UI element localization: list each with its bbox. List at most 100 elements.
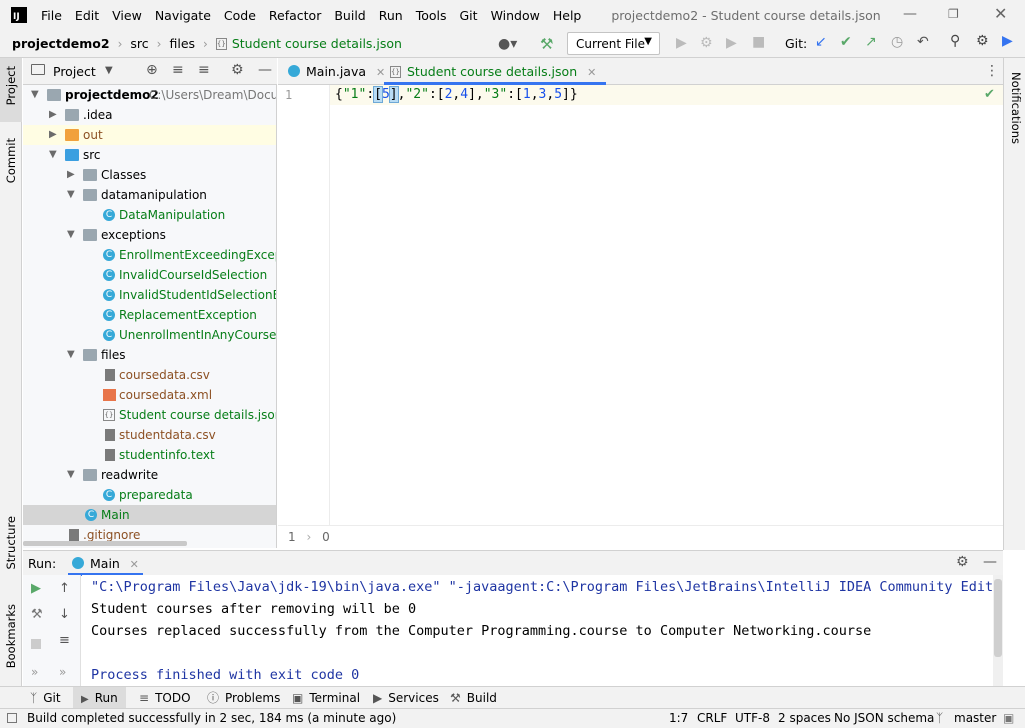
close-icon[interactable]: ✕ <box>130 558 139 571</box>
debug-icon[interactable]: ⚙ <box>700 35 713 51</box>
close-icon[interactable]: ✕ <box>994 4 1007 23</box>
tree-item[interactable]: ▼ readwrite <box>23 465 276 485</box>
console-output[interactable]: "C:\Program Files\Java\jdk-19\bin\java.e… <box>82 575 993 686</box>
hide-icon[interactable]: — <box>983 554 997 570</box>
hide-icon[interactable]: — <box>258 62 272 78</box>
tool-build[interactable]: ⚒ Build <box>450 687 497 709</box>
minimize-icon[interactable]: — <box>903 6 917 22</box>
git-push-icon[interactable]: ↗ <box>865 34 877 50</box>
plugin-icon[interactable]: ▶ <box>1002 33 1013 49</box>
tab-commit[interactable]: Commit <box>4 138 18 183</box>
chevron-down-icon[interactable]: ▼ <box>49 145 59 165</box>
chevron-right-icon[interactable]: ▶ <box>49 105 59 125</box>
menu-refactor[interactable]: Refactor <box>269 8 321 23</box>
tree-horizontal-scrollbar[interactable] <box>23 541 187 546</box>
breadcrumb-file[interactable]: Student course details.json <box>232 36 402 51</box>
tree-item[interactable]: coursedata.csv <box>23 365 276 385</box>
chevron-down-icon[interactable]: ▼ <box>67 465 77 485</box>
menu-code[interactable]: Code <box>224 8 256 23</box>
status-toggle-icon[interactable] <box>7 713 17 723</box>
menu-run[interactable]: Run <box>379 8 403 23</box>
tool-problems[interactable]: ⓘ Problems <box>207 687 280 709</box>
tool-todo[interactable]: ≡ TODO <box>139 687 191 709</box>
code-line[interactable]: {"1":[5],"2":[2,4],"3":[1,3,5]} <box>335 85 578 105</box>
more-icon[interactable]: ⋮ <box>985 63 999 79</box>
wrench-icon[interactable]: ⚒ <box>31 607 43 622</box>
tree-item[interactable]: coursedata.xml <box>23 385 276 405</box>
soft-wrap-icon[interactable]: ≡ <box>59 633 70 648</box>
breadcrumb-project[interactable]: projectdemo2 <box>12 36 110 51</box>
tab-bookmarks[interactable]: Bookmarks <box>4 604 18 668</box>
tab-structure[interactable]: Structure <box>4 516 18 570</box>
tree-item[interactable]: ▼ files <box>23 345 276 365</box>
check-icon[interactable]: ✔ <box>984 87 995 102</box>
more-icon[interactable]: » <box>59 665 66 679</box>
more-icon[interactable]: » <box>31 665 38 679</box>
menu-edit[interactable]: Edit <box>75 8 99 23</box>
tree-item[interactable]: C InvalidCourseIdSelection <box>23 265 276 285</box>
menu-git[interactable]: Git <box>460 8 478 23</box>
tree-item[interactable]: ▶ .idea <box>23 105 276 125</box>
breadcrumb-item[interactable]: 0 <box>322 530 330 544</box>
project-panel-title[interactable]: Project <box>53 64 96 79</box>
chevron-down-icon[interactable]: ▼ <box>31 85 41 105</box>
stop-icon[interactable] <box>31 639 41 649</box>
tree-item[interactable]: C Main <box>23 505 276 525</box>
menu-build[interactable]: Build <box>334 8 365 23</box>
rollback-icon[interactable]: ↶ <box>917 34 929 50</box>
stop-icon[interactable]: ■ <box>752 34 765 50</box>
tree-item[interactable]: C DataManipulation <box>23 205 276 225</box>
tree-item[interactable]: C InvalidStudentIdSelectionExce <box>23 285 276 305</box>
menu-view[interactable]: View <box>112 8 142 23</box>
user-icon[interactable]: ●▾ <box>498 36 517 52</box>
collapse-all-icon[interactable]: ≡ <box>198 62 210 78</box>
tree-item[interactable]: studentdata.csv <box>23 425 276 445</box>
tree-item[interactable]: C ReplacementException <box>23 305 276 325</box>
menu-window[interactable]: Window <box>491 8 540 23</box>
run-tab-main[interactable]: Main ✕ <box>68 551 143 576</box>
close-icon[interactable]: ✕ <box>587 66 596 79</box>
gear-icon[interactable]: ⚙ <box>231 62 244 78</box>
chevron-right-icon[interactable]: ▶ <box>67 165 77 185</box>
git-branch[interactable]: master <box>954 709 996 728</box>
tree-item[interactable]: ▶ out <box>23 125 276 145</box>
scroll-down-icon[interactable]: ↓ <box>59 607 70 622</box>
history-icon[interactable]: ◷ <box>891 34 903 50</box>
code-editor[interactable]: 1 {"1":[5],"2":[2,4],"3":[1,3,5]} ✔ <box>278 85 1003 525</box>
coverage-icon[interactable]: ▶ <box>726 35 737 51</box>
chevron-down-icon[interactable]: ▼ <box>67 225 77 245</box>
tool-git[interactable]: ᛉ Git <box>30 687 61 709</box>
chevron-down-icon[interactable]: ▼ <box>67 185 77 205</box>
build-hammer-icon[interactable]: ⚒ <box>540 35 553 53</box>
status-message[interactable]: Build completed successfully in 2 sec, 1… <box>27 709 396 728</box>
file-encoding[interactable]: UTF-8 <box>735 709 770 728</box>
breadcrumb-src[interactable]: src <box>130 36 148 51</box>
tree-item[interactable]: C UnenrollmentInAnyCourseExc <box>23 325 276 345</box>
locate-icon[interactable]: ⊕ <box>146 62 158 78</box>
menu-navigate[interactable]: Navigate <box>155 8 211 23</box>
chevron-down-icon[interactable]: ▼ <box>105 65 113 76</box>
menu-help[interactable]: Help <box>553 8 582 23</box>
line-separator[interactable]: CRLF <box>697 709 727 728</box>
tree-item[interactable]: ▶ Classes <box>23 165 276 185</box>
tree-item[interactable]: studentinfo.text <box>23 445 276 465</box>
search-icon[interactable]: ⚲ <box>950 33 960 49</box>
breadcrumb-item[interactable]: 1 <box>288 530 296 544</box>
tree-item[interactable]: C EnrollmentExceedingExceptio <box>23 245 276 265</box>
tree-item[interactable]: ▼ datamanipulation <box>23 185 276 205</box>
gear-icon[interactable]: ⚙ <box>956 554 969 570</box>
tool-services[interactable]: ▶ Services <box>373 687 439 709</box>
menu-tools[interactable]: Tools <box>416 8 447 23</box>
indent-setting[interactable]: 2 spaces <box>778 709 831 728</box>
breadcrumb-files[interactable]: files <box>169 36 195 51</box>
console-scroll-thumb[interactable] <box>994 579 1002 657</box>
tree-item[interactable]: {} Student course details.json <box>23 405 276 425</box>
scroll-up-icon[interactable]: ↑ <box>59 581 70 596</box>
gear-icon[interactable]: ⚙ <box>976 33 989 49</box>
tool-run[interactable]: ▶ Run <box>73 687 126 709</box>
chevron-down-icon[interactable]: ▼ <box>67 345 77 365</box>
tree-item[interactable]: C preparedata <box>23 485 276 505</box>
rerun-icon[interactable]: ▶ <box>31 581 41 596</box>
tree-item[interactable]: ▼ exceptions <box>23 225 276 245</box>
git-commit-icon[interactable]: ✔ <box>840 34 852 50</box>
